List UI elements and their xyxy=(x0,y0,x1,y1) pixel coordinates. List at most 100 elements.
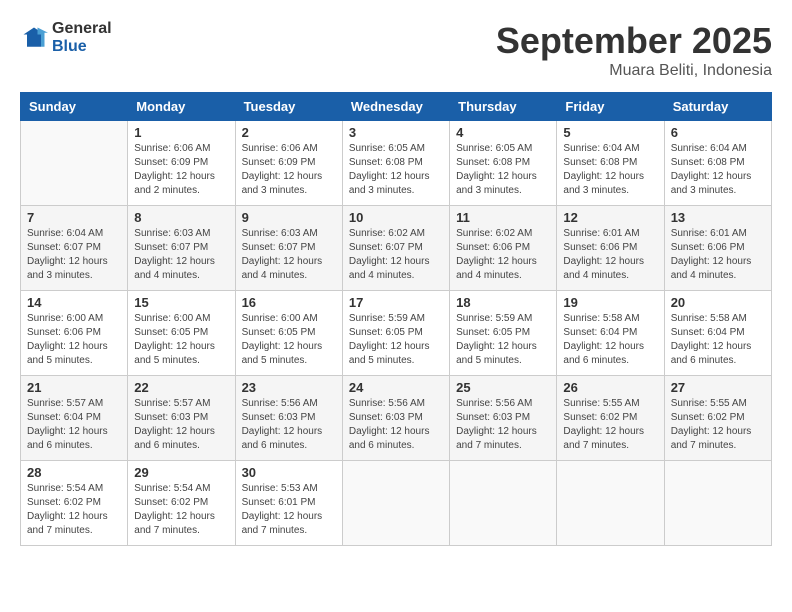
day-cell: 5Sunrise: 6:04 AM Sunset: 6:08 PM Daylig… xyxy=(557,121,664,206)
day-info: Sunrise: 5:55 AM Sunset: 6:02 PM Dayligh… xyxy=(563,397,657,453)
day-number: 11 xyxy=(456,210,550,225)
day-cell: 2Sunrise: 6:06 AM Sunset: 6:09 PM Daylig… xyxy=(235,121,342,206)
week-row-1: 1Sunrise: 6:06 AM Sunset: 6:09 PM Daylig… xyxy=(21,121,772,206)
day-cell: 24 Sunrise: 5:56 AM Sunset: 6:03 PM Dayli… xyxy=(342,376,449,461)
day-info: Sunrise: 6:05 AM Sunset: 6:08 PM Dayligh… xyxy=(456,142,550,198)
col-header-sunday: Sunday xyxy=(21,93,128,121)
day-info: Sunrise: 5:56 AM Sunset: 6:03 PM Dayligh… xyxy=(242,397,336,453)
day-number: 28 xyxy=(27,465,121,480)
day-cell: 21Sunrise: 5:57 AM Sunset: 6:04 PM Dayli… xyxy=(21,376,128,461)
day-number: 12 xyxy=(563,210,657,225)
day-number: 24 xyxy=(349,380,443,395)
day-cell: 12 Sunrise: 6:01 AM Sunset: 6:06 PM Dayli… xyxy=(557,206,664,291)
logo: General Blue xyxy=(20,20,112,55)
title-area: September 2025 Muara Beliti, Indonesia xyxy=(496,20,772,80)
day-number: 26 xyxy=(563,380,657,395)
day-info: Sunrise: 5:55 AM Sunset: 6:02 PM Dayligh… xyxy=(671,397,765,453)
day-info: Sunrise: 6:02 AM Sunset: 6:07 PM Dayligh… xyxy=(349,227,443,283)
day-cell: 25 Sunrise: 5:56 AM Sunset: 6:03 PM Dayli… xyxy=(450,376,557,461)
day-info: Sunrise: 5:58 AM Sunset: 6:04 PM Dayligh… xyxy=(563,312,657,368)
location-title: Muara Beliti, Indonesia xyxy=(496,62,772,80)
day-cell: 20 Sunrise: 5:58 AM Sunset: 6:04 PM Dayli… xyxy=(664,291,771,376)
day-info: Sunrise: 6:00 AM Sunset: 6:05 PM Dayligh… xyxy=(242,312,336,368)
day-cell: 22 Sunrise: 5:57 AM Sunset: 6:03 PM Dayli… xyxy=(128,376,235,461)
day-cell: 14Sunrise: 6:00 AM Sunset: 6:06 PM Dayli… xyxy=(21,291,128,376)
day-cell: 11 Sunrise: 6:02 AM Sunset: 6:06 PM Dayli… xyxy=(450,206,557,291)
day-cell xyxy=(342,461,449,546)
day-cell xyxy=(450,461,557,546)
day-number: 21 xyxy=(27,380,121,395)
day-cell: 27 Sunrise: 5:55 AM Sunset: 6:02 PM Dayli… xyxy=(664,376,771,461)
day-number: 10 xyxy=(349,210,443,225)
day-cell: 30 Sunrise: 5:53 AM Sunset: 6:01 PM Dayli… xyxy=(235,461,342,546)
day-info: Sunrise: 5:59 AM Sunset: 6:05 PM Dayligh… xyxy=(349,312,443,368)
day-number: 30 xyxy=(242,465,336,480)
logo-icon xyxy=(20,24,48,52)
day-cell: 1Sunrise: 6:06 AM Sunset: 6:09 PM Daylig… xyxy=(128,121,235,206)
day-cell: 6Sunrise: 6:04 AM Sunset: 6:08 PM Daylig… xyxy=(664,121,771,206)
day-number: 2 xyxy=(242,125,336,140)
day-number: 6 xyxy=(671,125,765,140)
day-cell: 16 Sunrise: 6:00 AM Sunset: 6:05 PM Dayli… xyxy=(235,291,342,376)
day-number: 7 xyxy=(27,210,121,225)
col-header-tuesday: Tuesday xyxy=(235,93,342,121)
day-cell: 15 Sunrise: 6:00 AM Sunset: 6:05 PM Dayli… xyxy=(128,291,235,376)
day-info: Sunrise: 6:00 AM Sunset: 6:05 PM Dayligh… xyxy=(134,312,228,368)
day-number: 27 xyxy=(671,380,765,395)
day-number: 25 xyxy=(456,380,550,395)
day-info: Sunrise: 6:04 AM Sunset: 6:07 PM Dayligh… xyxy=(27,227,121,283)
day-info: Sunrise: 5:59 AM Sunset: 6:05 PM Dayligh… xyxy=(456,312,550,368)
day-cell: 8Sunrise: 6:03 AM Sunset: 6:07 PM Daylig… xyxy=(128,206,235,291)
col-header-thursday: Thursday xyxy=(450,93,557,121)
day-info: Sunrise: 5:54 AM Sunset: 6:02 PM Dayligh… xyxy=(27,482,121,538)
day-number: 22 xyxy=(134,380,228,395)
day-info: Sunrise: 5:58 AM Sunset: 6:04 PM Dayligh… xyxy=(671,312,765,368)
day-cell: 26 Sunrise: 5:55 AM Sunset: 6:02 PM Dayli… xyxy=(557,376,664,461)
day-number: 3 xyxy=(349,125,443,140)
day-cell: 18 Sunrise: 5:59 AM Sunset: 6:05 PM Dayli… xyxy=(450,291,557,376)
day-number: 19 xyxy=(563,295,657,310)
week-row-5: 28 Sunrise: 5:54 AM Sunset: 6:02 PM Dayli… xyxy=(21,461,772,546)
day-info: Sunrise: 6:01 AM Sunset: 6:06 PM Dayligh… xyxy=(563,227,657,283)
day-cell: 17 Sunrise: 5:59 AM Sunset: 6:05 PM Dayli… xyxy=(342,291,449,376)
day-number: 13 xyxy=(671,210,765,225)
day-number: 4 xyxy=(456,125,550,140)
logo-general: General xyxy=(52,20,112,38)
day-info: Sunrise: 5:57 AM Sunset: 6:03 PM Dayligh… xyxy=(134,397,228,453)
day-cell: 4 Sunrise: 6:05 AM Sunset: 6:08 PM Daylig… xyxy=(450,121,557,206)
day-info: Sunrise: 6:04 AM Sunset: 6:08 PM Dayligh… xyxy=(563,142,657,198)
col-header-monday: Monday xyxy=(128,93,235,121)
day-cell xyxy=(21,121,128,206)
day-number: 16 xyxy=(242,295,336,310)
header-row: SundayMondayTuesdayWednesdayThursdayFrid… xyxy=(21,93,772,121)
logo-text: General Blue xyxy=(52,20,112,55)
day-number: 23 xyxy=(242,380,336,395)
day-number: 8 xyxy=(134,210,228,225)
col-header-friday: Friday xyxy=(557,93,664,121)
day-info: Sunrise: 5:53 AM Sunset: 6:01 PM Dayligh… xyxy=(242,482,336,538)
day-info: Sunrise: 6:01 AM Sunset: 6:06 PM Dayligh… xyxy=(671,227,765,283)
day-info: Sunrise: 5:56 AM Sunset: 6:03 PM Dayligh… xyxy=(349,397,443,453)
day-info: Sunrise: 6:00 AM Sunset: 6:06 PM Dayligh… xyxy=(27,312,121,368)
day-number: 17 xyxy=(349,295,443,310)
month-title: September 2025 xyxy=(496,20,772,62)
day-cell: 28 Sunrise: 5:54 AM Sunset: 6:02 PM Dayli… xyxy=(21,461,128,546)
day-info: Sunrise: 5:56 AM Sunset: 6:03 PM Dayligh… xyxy=(456,397,550,453)
day-cell xyxy=(557,461,664,546)
logo-blue: Blue xyxy=(52,38,112,56)
day-cell: 10 Sunrise: 6:02 AM Sunset: 6:07 PM Dayli… xyxy=(342,206,449,291)
day-cell: 19 Sunrise: 5:58 AM Sunset: 6:04 PM Dayli… xyxy=(557,291,664,376)
day-cell: 23 Sunrise: 5:56 AM Sunset: 6:03 PM Dayli… xyxy=(235,376,342,461)
day-number: 15 xyxy=(134,295,228,310)
week-row-4: 21Sunrise: 5:57 AM Sunset: 6:04 PM Dayli… xyxy=(21,376,772,461)
day-cell: 7 Sunrise: 6:04 AM Sunset: 6:07 PM Daylig… xyxy=(21,206,128,291)
day-number: 9 xyxy=(242,210,336,225)
col-header-saturday: Saturday xyxy=(664,93,771,121)
day-info: Sunrise: 6:06 AM Sunset: 6:09 PM Dayligh… xyxy=(134,142,228,198)
day-info: Sunrise: 6:05 AM Sunset: 6:08 PM Dayligh… xyxy=(349,142,443,198)
day-number: 18 xyxy=(456,295,550,310)
day-number: 20 xyxy=(671,295,765,310)
header: General Blue September 2025 Muara Beliti… xyxy=(20,20,772,80)
day-cell: 13 Sunrise: 6:01 AM Sunset: 6:06 PM Dayli… xyxy=(664,206,771,291)
day-info: Sunrise: 6:02 AM Sunset: 6:06 PM Dayligh… xyxy=(456,227,550,283)
